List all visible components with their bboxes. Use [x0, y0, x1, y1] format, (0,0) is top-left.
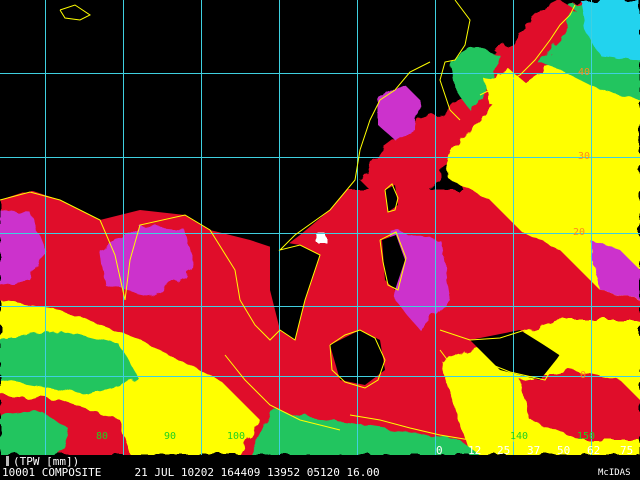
lat-label-30: 30	[578, 151, 591, 162]
lon-label-150: 150	[577, 431, 596, 442]
status-frame: 10001	[2, 466, 36, 479]
satellite-image-frame: 40 30 20 0 80 90 100 150 140 0 12 25 37 …	[0, 0, 640, 480]
lat-label-20: 20	[573, 227, 586, 238]
status-name: COMPOSITE	[41, 466, 102, 479]
lon-label-100: 100	[227, 431, 246, 442]
status-line: 10001 COMPOSITE 21 JUL 10202 164409 1395…	[2, 467, 380, 478]
status-res: 16.00	[346, 466, 380, 479]
status-date: 21 JUL 10202	[134, 466, 214, 479]
lon-label-140: 140	[510, 431, 529, 442]
field-white-spot	[316, 234, 326, 242]
marker-tick	[6, 456, 9, 466]
software-label: McIDAS	[598, 468, 631, 478]
status-time: 164409	[220, 466, 261, 479]
status-id: 13952	[266, 466, 301, 479]
status-code: 05120	[306, 466, 340, 479]
lon-label-90: 90	[164, 431, 177, 442]
lon-label-80: 80	[96, 431, 109, 442]
lat-label-0: 0	[580, 370, 587, 381]
tpw-map	[0, 0, 640, 455]
lat-label-40: 40	[578, 67, 591, 78]
